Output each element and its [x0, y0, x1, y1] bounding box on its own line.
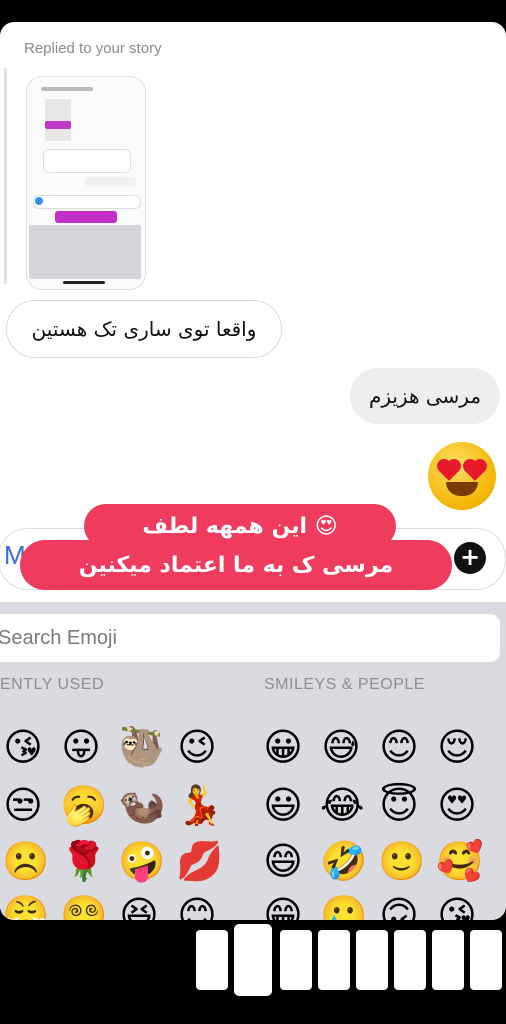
emoji-key[interactable]: 😵‍💫: [60, 894, 107, 920]
section-smileys-people: SMILEYS & PEOPLE: [264, 676, 425, 693]
filmstrip-thumb[interactable]: [394, 930, 426, 990]
replied-to-story-label: Replied to your story: [24, 40, 162, 57]
emoji-key[interactable]: 😅: [320, 726, 362, 768]
heart-eyes-emoji-message[interactable]: [428, 442, 496, 510]
thumb-message-out: [85, 177, 137, 187]
emoji-key[interactable]: 😤: [2, 894, 49, 920]
thumb-title: [41, 87, 93, 91]
thumb-story: [45, 99, 71, 141]
filmstrip-thumb[interactable]: [432, 930, 464, 990]
emoji-key[interactable]: 😁: [262, 894, 304, 920]
filmstrip-thumb[interactable]: [356, 930, 388, 990]
emoji-key[interactable]: 😌: [436, 726, 478, 768]
emoji-key[interactable]: 🌹: [60, 840, 107, 882]
emoji-key[interactable]: 😆: [118, 894, 160, 920]
message-bubble-incoming[interactable]: واقعا توی ساری تک هستین: [6, 300, 282, 358]
emoji-key[interactable]: 💃: [176, 784, 223, 826]
thumb-composer: [33, 195, 141, 209]
dm-screen: Replied to your story واقعا توی ساری تک …: [0, 22, 506, 920]
emoji-key[interactable]: 🙃: [378, 894, 420, 920]
heart-eye-left-icon: [439, 461, 459, 481]
emoji-key[interactable]: 😊: [176, 894, 218, 920]
thumb-message-in: [43, 149, 131, 173]
emoji-key[interactable]: 😛: [60, 726, 102, 768]
filmstrip-thumb[interactable]: [280, 930, 312, 990]
filmstrip-thumb[interactable]: [196, 930, 228, 990]
emoji-key[interactable]: 🙂: [378, 840, 425, 882]
section-recently-used: ENTLY USED: [0, 676, 104, 693]
filmstrip-thumb[interactable]: [470, 930, 502, 990]
add-button[interactable]: +: [454, 542, 486, 574]
emoji-key[interactable]: 🦥: [118, 726, 165, 768]
emoji-key[interactable]: 😇: [378, 784, 420, 826]
emoji-key[interactable]: 😘: [2, 726, 44, 768]
emoji-key[interactable]: 😃: [262, 784, 304, 826]
emoji-key[interactable]: 🥰: [436, 840, 483, 882]
emoji-key[interactable]: 😀: [262, 726, 304, 768]
emoji-key[interactable]: 😉: [176, 726, 218, 768]
emoji-key[interactable]: 😍: [436, 784, 478, 826]
emoji-key[interactable]: ☹️: [2, 840, 49, 882]
message-bubble-outgoing[interactable]: مرسی هزیزم: [350, 368, 500, 424]
filmstrip-thumb[interactable]: [318, 930, 350, 990]
smile-mouth: [446, 482, 478, 496]
story-thumbnail[interactable]: [26, 76, 146, 290]
emoji-keyboard: Search Emoji ENTLY USED SMILEYS & PEOPLE…: [0, 602, 506, 920]
thumb-keyboard: [29, 225, 141, 279]
emoji-key[interactable]: 🥱: [60, 784, 107, 826]
emoji-key[interactable]: 😒: [2, 784, 44, 826]
emoji-key[interactable]: 🦦: [118, 784, 165, 826]
thumb-camera-icon: [35, 197, 43, 205]
text-sticker-line-2: مرسی ک به ما اعتماد میکنین: [20, 540, 452, 590]
emoji-key[interactable]: 😘: [436, 894, 478, 920]
emoji-key[interactable]: 🤪: [118, 840, 165, 882]
heart-eye-right-icon: [465, 461, 485, 481]
emoji-key[interactable]: 💋: [176, 840, 223, 882]
thumb-sticker: [55, 211, 117, 223]
thumb-home-indicator: [63, 281, 105, 284]
emoji-key[interactable]: 😂: [320, 784, 364, 826]
story-reply-bar: [4, 68, 7, 284]
emoji-key[interactable]: 😄: [262, 840, 304, 882]
emoji-key[interactable]: 😊: [378, 726, 420, 768]
emoji-key[interactable]: 🥲: [320, 894, 367, 920]
filmstrip-thumb-current[interactable]: [234, 924, 272, 996]
emoji-key[interactable]: 🤣: [320, 840, 367, 882]
emoji-search-input[interactable]: Search Emoji: [0, 614, 500, 662]
thumb-story-sticker: [45, 121, 71, 129]
